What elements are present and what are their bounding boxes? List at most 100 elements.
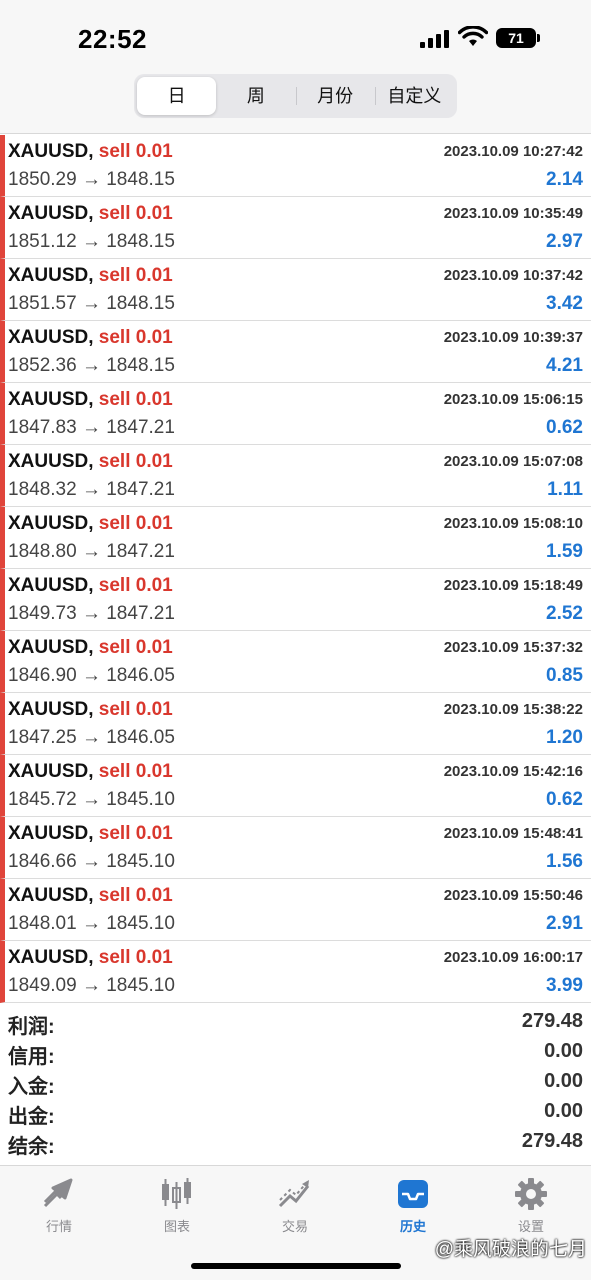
trade-time: 2023.10.09 15:37:32 bbox=[443, 639, 583, 656]
trade-profit: 2.97 bbox=[546, 231, 583, 252]
battery-indicator: 71 bbox=[496, 28, 536, 48]
trade-symbol: XAUUSD, sell 0.01 bbox=[8, 575, 173, 597]
trade-time: 2023.10.09 15:48:41 bbox=[443, 825, 583, 842]
trade-row[interactable]: XAUUSD, sell 0.01 2023.10.09 15:38:22 1847… bbox=[0, 693, 591, 755]
trade-profit: 1.59 bbox=[546, 541, 583, 562]
trade-profit: 2.52 bbox=[546, 603, 583, 624]
symbol-name: XAUUSD, bbox=[8, 885, 94, 906]
watermark: @乘风破浪的七月 bbox=[434, 1239, 587, 1260]
trade-prices: 1850.29 → 1848.15 bbox=[8, 169, 175, 190]
tab-label: 图表 bbox=[163, 1219, 190, 1234]
tab-period-3[interactable]: 自定义 bbox=[374, 77, 454, 115]
trade-row[interactable]: XAUUSD, sell 0.01 2023.10.09 10:37:42 1851… bbox=[0, 259, 591, 321]
summary-label: 入金: bbox=[8, 1076, 55, 1098]
trade-time: 2023.10.09 15:07:08 bbox=[443, 453, 583, 470]
settings-icon bbox=[513, 1176, 549, 1212]
summary-value: 0.00 bbox=[544, 1100, 583, 1122]
wifi-icon bbox=[458, 26, 488, 46]
tab-chart[interactable]: 图表 bbox=[118, 1166, 236, 1246]
summary-row: 信用: 0.00 bbox=[0, 1038, 591, 1068]
trade-row[interactable]: XAUUSD, sell 0.01 2023.10.09 15:37:32 1846… bbox=[0, 631, 591, 693]
trade-prices: 1848.80 → 1847.21 bbox=[8, 541, 175, 562]
trade-time: 2023.10.09 10:39:37 bbox=[443, 329, 583, 346]
tab-label: 交易 bbox=[281, 1219, 308, 1234]
trade-profit: 3.99 bbox=[546, 975, 583, 996]
summary-value: 279.48 bbox=[521, 1130, 583, 1152]
trade-time: 2023.10.09 15:50:46 bbox=[443, 887, 583, 904]
summary-row: 出金: 0.00 bbox=[0, 1098, 591, 1128]
trade-icon bbox=[277, 1176, 313, 1212]
trade-profit: 4.21 bbox=[546, 355, 583, 376]
trade-symbol: XAUUSD, sell 0.01 bbox=[8, 699, 173, 721]
tab-label: 行情 bbox=[45, 1219, 72, 1234]
symbol-name: XAUUSD, bbox=[8, 823, 94, 844]
trade-side: sell 0.01 bbox=[98, 885, 173, 906]
trade-symbol: XAUUSD, sell 0.01 bbox=[8, 637, 173, 659]
trade-side: sell 0.01 bbox=[98, 823, 173, 844]
trade-time: 2023.10.09 15:18:49 bbox=[443, 577, 583, 594]
trade-profit: 2.14 bbox=[546, 169, 583, 190]
trade-profit: 1.11 bbox=[547, 479, 583, 500]
trade-symbol: XAUUSD, sell 0.01 bbox=[8, 203, 173, 225]
trade-prices: 1847.83 → 1847.21 bbox=[8, 417, 175, 438]
trade-side: sell 0.01 bbox=[98, 389, 173, 410]
trade-time: 2023.10.09 15:08:10 bbox=[443, 515, 583, 532]
trade-symbol: XAUUSD, sell 0.01 bbox=[8, 947, 173, 969]
trade-row[interactable]: XAUUSD, sell 0.01 2023.10.09 15:42:16 1845… bbox=[0, 755, 591, 817]
trade-row[interactable]: XAUUSD, sell 0.01 2023.10.09 15:08:10 1848… bbox=[0, 507, 591, 569]
summary-value: 0.00 bbox=[544, 1070, 583, 1092]
tab-period-1[interactable]: 周 bbox=[216, 77, 295, 115]
summary-label: 结余: bbox=[8, 1136, 55, 1158]
trade-symbol: XAUUSD, sell 0.01 bbox=[8, 885, 173, 907]
trade-profit: 0.85 bbox=[546, 665, 583, 686]
trade-time: 2023.10.09 10:27:42 bbox=[443, 143, 583, 160]
trade-row[interactable]: XAUUSD, sell 0.01 2023.10.09 10:35:49 1851… bbox=[0, 197, 591, 259]
chart-icon bbox=[159, 1176, 195, 1212]
symbol-name: XAUUSD, bbox=[8, 637, 94, 658]
summary-row: 入金: 0.00 bbox=[0, 1068, 591, 1098]
trade-side: sell 0.01 bbox=[98, 513, 173, 534]
trade-row[interactable]: XAUUSD, sell 0.01 2023.10.09 10:39:37 1852… bbox=[0, 321, 591, 383]
tab-period-0[interactable]: 日 bbox=[137, 77, 217, 115]
symbol-name: XAUUSD, bbox=[8, 141, 94, 162]
trade-prices: 1846.66 → 1845.10 bbox=[8, 851, 175, 872]
symbol-name: XAUUSD, bbox=[8, 575, 94, 596]
trade-symbol: XAUUSD, sell 0.01 bbox=[8, 265, 173, 287]
trade-row[interactable]: XAUUSD, sell 0.01 2023.10.09 15:18:49 1849… bbox=[0, 569, 591, 631]
trade-time: 2023.10.09 15:38:22 bbox=[443, 701, 583, 718]
cellular-signal-icon bbox=[420, 30, 450, 48]
tab-quotes[interactable]: 行情 bbox=[0, 1166, 118, 1246]
trade-prices: 1849.73 → 1847.21 bbox=[8, 603, 175, 624]
trade-history-list: XAUUSD, sell 0.01 2023.10.09 10:27:42 1850… bbox=[0, 135, 591, 1003]
summary-label: 信用: bbox=[8, 1046, 55, 1068]
period-segmented-control: 日周月份 自定义 bbox=[134, 74, 457, 118]
trade-profit: 0.62 bbox=[546, 417, 583, 438]
trade-time: 2023.10.09 16:00:17 bbox=[443, 949, 583, 966]
symbol-name: XAUUSD, bbox=[8, 699, 94, 720]
trade-row[interactable]: XAUUSD, sell 0.01 2023.10.09 15:07:08 1848… bbox=[0, 445, 591, 507]
trade-prices: 1848.32 → 1847.21 bbox=[8, 479, 175, 500]
tab-period-2[interactable]: 月份 bbox=[295, 77, 375, 115]
trade-profit: 3.42 bbox=[546, 293, 583, 314]
summary-value: 279.48 bbox=[521, 1010, 583, 1032]
trade-profit: 1.56 bbox=[546, 851, 583, 872]
tab-trade[interactable]: 交易 bbox=[236, 1166, 354, 1246]
trade-side: sell 0.01 bbox=[98, 947, 173, 968]
trade-side: sell 0.01 bbox=[98, 451, 173, 472]
battery-tip bbox=[537, 34, 540, 42]
summary-value: 0.00 bbox=[544, 1040, 583, 1062]
trade-row[interactable]: XAUUSD, sell 0.01 2023.10.09 15:50:46 1848… bbox=[0, 879, 591, 941]
trade-row[interactable]: XAUUSD, sell 0.01 2023.10.09 16:00:17 1849… bbox=[0, 941, 591, 1003]
trade-row[interactable]: XAUUSD, sell 0.01 2023.10.09 15:06:15 1847… bbox=[0, 383, 591, 445]
home-indicator bbox=[191, 1263, 401, 1269]
trade-row[interactable]: XAUUSD, sell 0.01 2023.10.09 10:27:42 1850… bbox=[0, 135, 591, 197]
summary-row: 结余: 279.48 bbox=[0, 1128, 591, 1158]
symbol-name: XAUUSD, bbox=[8, 451, 94, 472]
trade-time: 2023.10.09 15:06:15 bbox=[443, 391, 583, 408]
tab-label: 历史 bbox=[399, 1219, 426, 1234]
trade-side: sell 0.01 bbox=[98, 575, 173, 596]
trade-prices: 1851.57 → 1848.15 bbox=[8, 293, 175, 314]
trade-side: sell 0.01 bbox=[98, 699, 173, 720]
trade-row[interactable]: XAUUSD, sell 0.01 2023.10.09 15:48:41 1846… bbox=[0, 817, 591, 879]
symbol-name: XAUUSD, bbox=[8, 947, 94, 968]
